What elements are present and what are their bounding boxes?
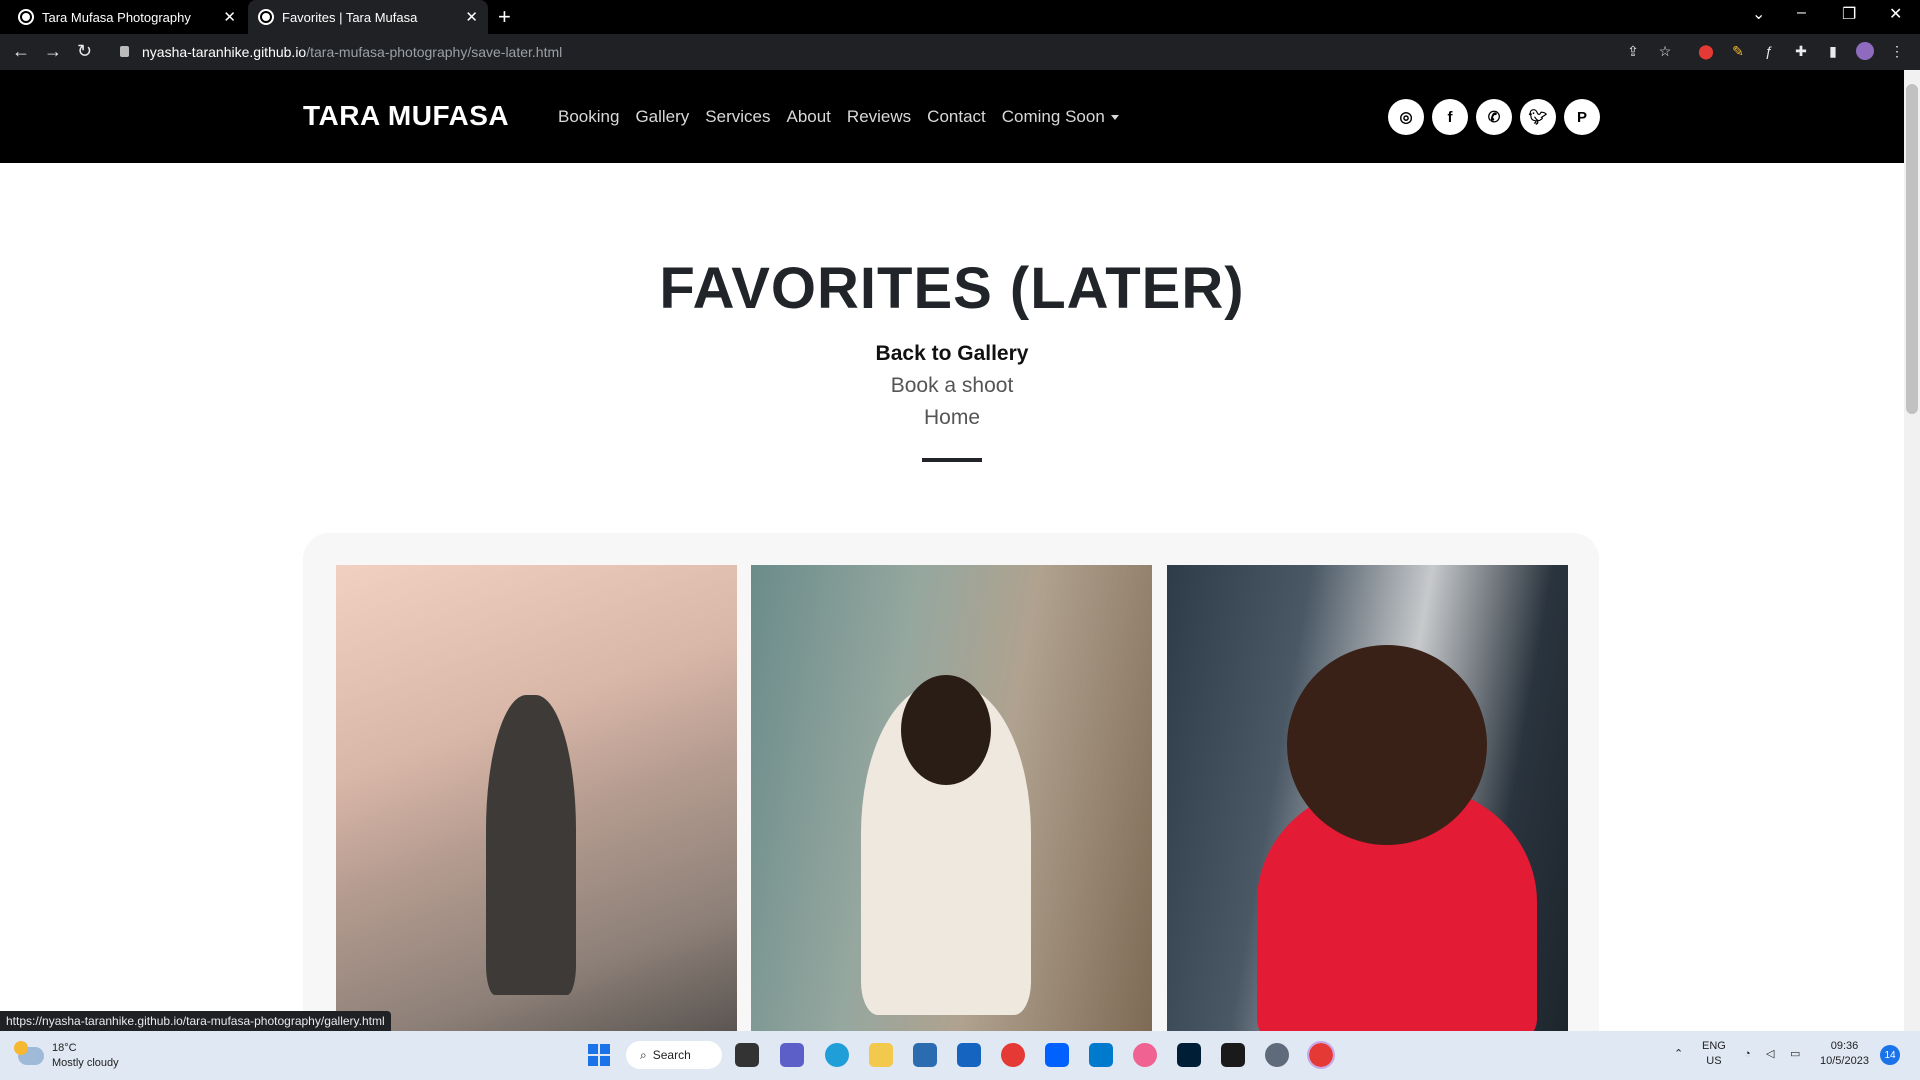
page-links: Back to Gallery Book a shoot Home	[0, 338, 1904, 434]
lang-code: ENG	[1702, 1040, 1726, 1052]
weather-widget[interactable]: 18°C Mostly cloudy	[14, 1041, 119, 1071]
tray-chevron-up-icon[interactable]: ⌃	[1674, 1047, 1683, 1062]
forward-icon[interactable]: →	[44, 41, 62, 62]
extension-red-icon[interactable]: ⬤	[1697, 42, 1715, 60]
link-status-bar: https://nyasha-taranhike.github.io/tara-…	[0, 1011, 391, 1031]
whatsapp-icon[interactable]: ✆	[1476, 99, 1512, 135]
site-header: TARA MUFASA Booking Gallery Services Abo…	[0, 70, 1904, 163]
globe-icon	[258, 9, 274, 25]
close-icon[interactable]: ✕	[223, 8, 236, 26]
extension-function-icon[interactable]: ƒ	[1760, 42, 1778, 60]
notification-badge[interactable]: 14	[1880, 1045, 1900, 1065]
url-field[interactable]: nyasha-taranhike.github.io /tara-mufasa-…	[108, 39, 1688, 65]
chrome-icon[interactable]	[1001, 1043, 1025, 1067]
menu-kebab-icon[interactable]: ⋮	[1888, 42, 1906, 60]
tab-title: Favorites | Tara Mufasa	[282, 9, 418, 25]
extensions-puzzle-icon[interactable]: ✚	[1792, 42, 1810, 60]
home-link[interactable]: Home	[0, 402, 1904, 434]
taskbar-search-label: Search	[652, 1048, 691, 1062]
browser-tab-bar: Tara Mufasa Photography ✕ Favorites | Ta…	[0, 0, 1920, 34]
bookmark-star-icon[interactable]: ☆	[1656, 42, 1674, 60]
volume-icon[interactable]: ◁	[1766, 1047, 1774, 1062]
extension-pencil-icon[interactable]: ✎	[1729, 42, 1747, 60]
main-nav: Booking Gallery Services About Reviews C…	[558, 107, 1119, 127]
minimize-icon[interactable]: –	[1797, 4, 1806, 22]
partly-cloudy-icon	[14, 1041, 44, 1065]
taskbar-search[interactable]: ⌕ Search	[626, 1041, 722, 1069]
url-path: /tara-mufasa-photography/save-later.html	[306, 44, 563, 60]
instagram-icon[interactable]: ◎	[1388, 99, 1424, 135]
nav-booking[interactable]: Booking	[558, 107, 619, 127]
nav-contact[interactable]: Contact	[927, 107, 986, 127]
photo-subject	[486, 695, 576, 995]
nav-coming-soon-dropdown[interactable]: Coming Soon	[1002, 107, 1119, 127]
battery-icon[interactable]: ▭	[1790, 1047, 1800, 1062]
nav-gallery[interactable]: Gallery	[635, 107, 689, 127]
windows-start-icon[interactable]	[588, 1044, 610, 1066]
nav-reviews[interactable]: Reviews	[847, 107, 911, 127]
store-icon[interactable]	[913, 1043, 937, 1067]
task-view-icon[interactable]	[735, 1043, 759, 1067]
itunes-icon[interactable]	[1133, 1043, 1157, 1067]
new-tab-icon[interactable]: +	[498, 4, 511, 30]
wifi-icon[interactable]: ◔	[1744, 1047, 1751, 1062]
nav-coming-soon[interactable]: Coming Soon	[1002, 107, 1105, 127]
photo-subject-head	[1287, 645, 1487, 845]
window-close-icon[interactable]: ✕	[1889, 4, 1902, 24]
settings-gear-icon[interactable]	[1265, 1043, 1289, 1067]
favorite-photo-2[interactable]	[751, 565, 1152, 1032]
region-code: US	[1706, 1055, 1722, 1067]
nav-about[interactable]: About	[786, 107, 830, 127]
scrollbar-thumb[interactable]	[1906, 84, 1918, 414]
edge-icon[interactable]	[825, 1043, 849, 1067]
side-panel-icon[interactable]: ▮	[1824, 42, 1842, 60]
chrome-active-icon[interactable]	[1307, 1041, 1335, 1069]
mail-icon[interactable]	[957, 1043, 981, 1067]
bridge-icon[interactable]	[1221, 1043, 1245, 1067]
reload-icon[interactable]: ↻	[77, 41, 92, 62]
caret-down-icon	[1110, 114, 1119, 120]
tab-title: Tara Mufasa Photography	[42, 9, 191, 25]
share-icon[interactable]: ⇪	[1624, 42, 1642, 60]
clock[interactable]: 09:36 10/5/2023	[1820, 1039, 1869, 1069]
site-brand[interactable]: TARA MUFASA	[303, 100, 509, 132]
browser-tab-home[interactable]: Tara Mufasa Photography ✕	[8, 0, 246, 34]
language-indicator[interactable]: ENG US	[1702, 1039, 1726, 1069]
patreon-icon[interactable]: P	[1564, 99, 1600, 135]
photoshop-icon[interactable]	[1177, 1043, 1201, 1067]
file-explorer-icon[interactable]	[869, 1043, 893, 1067]
browser-tab-favorites[interactable]: Favorites | Tara Mufasa ✕	[248, 0, 488, 34]
search-icon: ⌕	[640, 1047, 647, 1062]
clock-time: 09:36	[1830, 1040, 1859, 1052]
back-to-gallery-link[interactable]: Back to Gallery	[0, 338, 1904, 370]
weather-temp: 18°C	[52, 1042, 77, 1054]
teams-chat-icon[interactable]	[780, 1043, 804, 1067]
favorite-photo-1[interactable]	[336, 565, 737, 1032]
url-host: nyasha-taranhike.github.io	[142, 44, 307, 60]
tab-search-icon[interactable]: ⌄	[1752, 4, 1765, 24]
weather-desc: Mostly cloudy	[52, 1057, 119, 1069]
dropbox-icon[interactable]	[1045, 1043, 1069, 1067]
profile-avatar[interactable]	[1856, 42, 1874, 60]
title-divider	[922, 458, 982, 462]
clock-date: 10/5/2023	[1820, 1055, 1869, 1067]
close-icon[interactable]: ✕	[465, 8, 478, 26]
globe-icon	[18, 9, 34, 25]
twitter-icon[interactable]: 🐦︎	[1520, 99, 1556, 135]
back-icon[interactable]: ←	[12, 41, 30, 62]
lock-icon	[120, 46, 129, 57]
facebook-icon[interactable]: f	[1432, 99, 1468, 135]
vscode-icon[interactable]	[1089, 1043, 1113, 1067]
favorite-photo-3[interactable]	[1167, 565, 1568, 1032]
nav-services[interactable]: Services	[705, 107, 770, 127]
social-links: ◎ f ✆ 🐦︎ P	[1388, 99, 1600, 135]
windows-taskbar: 18°C Mostly cloudy ⌕ Search ⌃ ENG US ◔ ◁…	[0, 1031, 1920, 1080]
book-shoot-link[interactable]: Book a shoot	[0, 370, 1904, 402]
photo-subject-head	[901, 675, 991, 785]
restore-icon[interactable]: ❐	[1842, 4, 1856, 24]
page-title: FAVORITES (LATER)	[659, 256, 1245, 321]
address-bar-row: ← → ↻ nyasha-taranhike.github.io /tara-m…	[0, 34, 1920, 70]
